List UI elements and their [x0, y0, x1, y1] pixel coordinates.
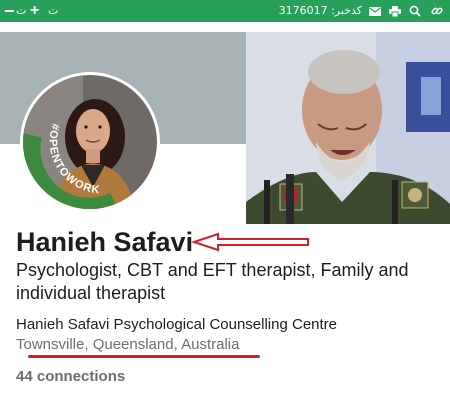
inset-photo — [246, 32, 450, 224]
avatar[interactable]: #OPENTOWORK — [23, 75, 157, 209]
annotation-arrow-icon — [190, 232, 309, 252]
link-icon[interactable] — [430, 0, 444, 22]
top-toolbar: − ت + ت کدخبر: 3176017 — [0, 0, 450, 22]
connections-count[interactable]: 44 connections — [16, 368, 125, 386]
mail-icon[interactable] — [368, 0, 382, 22]
increase-font-button[interactable]: + — [30, 0, 42, 22]
decrease-font-button[interactable]: − — [4, 0, 16, 22]
profile-headline: Psychologist, CBT and EFT therapist, Fam… — [16, 260, 409, 303]
search-icon[interactable] — [408, 0, 422, 22]
profile-name: Hanieh Safavi — [16, 227, 194, 257]
news-code: کدخبر: 3176017 — [278, 4, 362, 17]
profile-location: Townsville, Queensland, Australia — [16, 336, 240, 353]
font-size-small-label: ت — [16, 5, 27, 17]
print-icon[interactable] — [388, 0, 402, 22]
annotation-underline — [28, 355, 260, 358]
profile-organization[interactable]: Hanieh Safavi Psychological Counselling … — [16, 316, 337, 334]
font-size-large-label: ت — [48, 5, 59, 17]
